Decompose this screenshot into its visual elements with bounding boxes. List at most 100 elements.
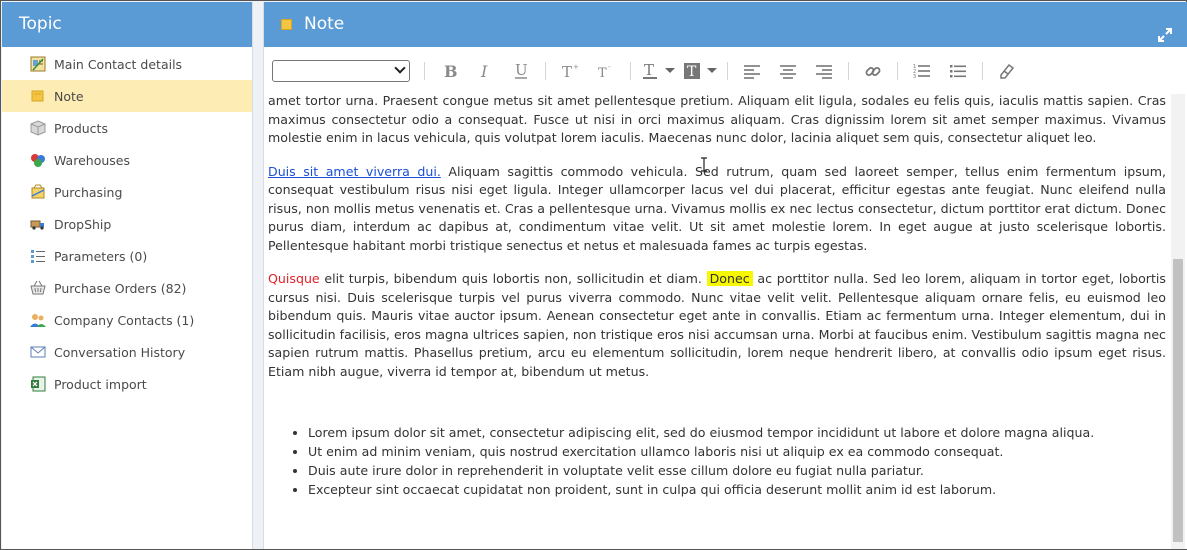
list-item: Ut enim ad minim veniam, quis nostrud ex… (308, 442, 1166, 461)
link-icon (865, 66, 881, 76)
sidebar-title: Topic (2, 2, 252, 47)
sidebar-item-label: Warehouses (54, 152, 130, 168)
sidebar-item-label: Conversation History (54, 344, 186, 360)
underline-button[interactable]: U (507, 56, 535, 86)
toolbar-divider (545, 61, 546, 80)
subscript-icon: T- (598, 63, 611, 80)
align-right-icon (816, 64, 832, 79)
sidebar-item-conversation-history[interactable]: Conversation History (2, 336, 252, 368)
note-panel: Note B I U T + T- T T 1 2 3 amet tortor … (263, 2, 1187, 549)
list-item: Duis aute irure dolor in reprehenderit i… (308, 461, 1166, 480)
svg-text:T: T (644, 62, 654, 79)
contact-card-icon (29, 56, 46, 73)
truck-icon (29, 216, 46, 233)
red-text: Quisque (268, 271, 320, 286)
toolbar-divider (630, 61, 631, 80)
svg-text:I: I (480, 63, 488, 79)
svg-text:T: T (598, 66, 607, 80)
sidebar-item-label: Parameters (0) (54, 248, 148, 264)
sidebar-item-label: Main Contact details (54, 56, 183, 72)
svg-text:U: U (515, 62, 528, 79)
align-center-button[interactable] (774, 56, 802, 86)
align-right-button[interactable] (810, 56, 838, 86)
text-color-button[interactable]: T (641, 56, 675, 86)
svg-text:T: T (687, 64, 697, 80)
bold-icon: B (444, 63, 457, 79)
box-icon (29, 120, 46, 137)
note-paragraph: Duis sit amet viverra dui. Aliquam sagit… (268, 163, 1166, 256)
toolbar-divider (727, 61, 728, 80)
sidebar-item-note[interactable]: Note (2, 80, 252, 112)
panel-title: Note (304, 14, 345, 34)
note-link[interactable]: Duis sit amet viverra dui. (268, 164, 441, 179)
editor-scrollbar[interactable] (1171, 94, 1185, 549)
sidebar-item-main-contact-details[interactable]: Main Contact details (2, 48, 252, 80)
italic-button[interactable]: I (471, 56, 499, 86)
ordered-list-icon: 123 (913, 64, 930, 79)
expand-icon[interactable] (1157, 16, 1173, 42)
paragraph-text: ac porttitor nulla. Sed leo lorem, aliqu… (268, 271, 1166, 379)
list-item: Lorem ipsum dolor sit amet, consectetur … (308, 423, 1166, 442)
bullet-list-button[interactable] (944, 56, 972, 86)
toolbar-divider (897, 61, 898, 80)
sidebar-item-parameters[interactable]: Parameters (0) (2, 240, 252, 272)
sidebar-item-warehouses[interactable]: Warehouses (2, 144, 252, 176)
paragraph-text: elit turpis, bibendum quis lobortis non,… (319, 271, 707, 286)
topic-sidebar: Topic Main Contact details Note Products (2, 2, 253, 549)
text-color-icon: T (643, 62, 657, 79)
note-paragraph: amet tortor urna. Praesent congue metus … (268, 94, 1166, 145)
highlighted-text: Donec (706, 271, 753, 286)
note-paragraph: Quisque elit turpis, bibendum quis lobor… (268, 270, 1166, 381)
text-cursor-icon (701, 157, 707, 172)
sidebar-item-label: Purchasing (54, 184, 123, 200)
toolbar-divider (982, 61, 983, 80)
sidebar-item-dropship[interactable]: DropShip (2, 208, 252, 240)
bullet-list: Lorem ipsum dolor sit amet, consectetur … (268, 423, 1166, 499)
app-frame: Topic Main Contact details Note Products (0, 0, 1187, 550)
list-item: Excepteur sint occaecat cupidatat non pr… (308, 480, 1166, 499)
bullet-list-icon (950, 64, 966, 77)
font-format-select[interactable] (272, 59, 410, 82)
toolbar-divider (848, 61, 849, 80)
sidebar-item-products[interactable]: Products (2, 112, 252, 144)
svg-text:+: + (573, 63, 579, 71)
people-icon (29, 312, 46, 329)
svg-text:B: B (444, 63, 457, 79)
sidebar-list: Main Contact details Note Products Wareh… (2, 47, 252, 400)
note-editor[interactable]: amet tortor urna. Praesent congue metus … (264, 94, 1170, 549)
note-panel-header: Note (264, 2, 1187, 47)
underline-icon: U (515, 62, 528, 79)
insert-link-button[interactable] (859, 56, 887, 86)
italic-icon: I (480, 63, 488, 79)
superscript-button[interactable]: T + (556, 56, 584, 86)
warehouse-icon (29, 152, 46, 169)
sidebar-item-label: Products (54, 120, 108, 136)
align-left-button[interactable] (738, 56, 766, 86)
scrollbar-thumb[interactable] (1173, 259, 1183, 542)
background-color-icon: T (684, 62, 700, 80)
sidebar-item-purchasing[interactable]: Purchasing (2, 176, 252, 208)
svg-text:T: T (562, 63, 572, 80)
sidebar-item-purchase-orders[interactable]: Purchase Orders (82) (2, 272, 252, 304)
sidebar-item-label: DropShip (54, 216, 112, 232)
subscript-button[interactable]: T- (592, 56, 620, 86)
align-center-icon (780, 64, 796, 79)
basket-icon (29, 280, 46, 297)
clear-formatting-button[interactable] (993, 56, 1021, 86)
sidebar-item-label: Company Contacts (1) (54, 312, 195, 328)
align-left-icon (744, 64, 760, 79)
bold-button[interactable]: B (435, 56, 463, 86)
sidebar-item-label: Note (54, 88, 84, 104)
chevron-down-icon (665, 68, 675, 73)
svg-text:-: - (608, 63, 611, 71)
chevron-down-icon (707, 68, 717, 73)
parameters-icon (29, 248, 46, 265)
sidebar-item-product-import[interactable]: Product import (2, 368, 252, 400)
ordered-list-button[interactable]: 123 (908, 56, 936, 86)
sidebar-item-label: Product import (54, 376, 147, 392)
superscript-icon: T + (562, 63, 579, 80)
note-icon (29, 88, 46, 105)
eraser-icon (1000, 63, 1015, 79)
background-color-button[interactable]: T (683, 56, 717, 86)
sidebar-item-company-contacts[interactable]: Company Contacts (1) (2, 304, 252, 336)
